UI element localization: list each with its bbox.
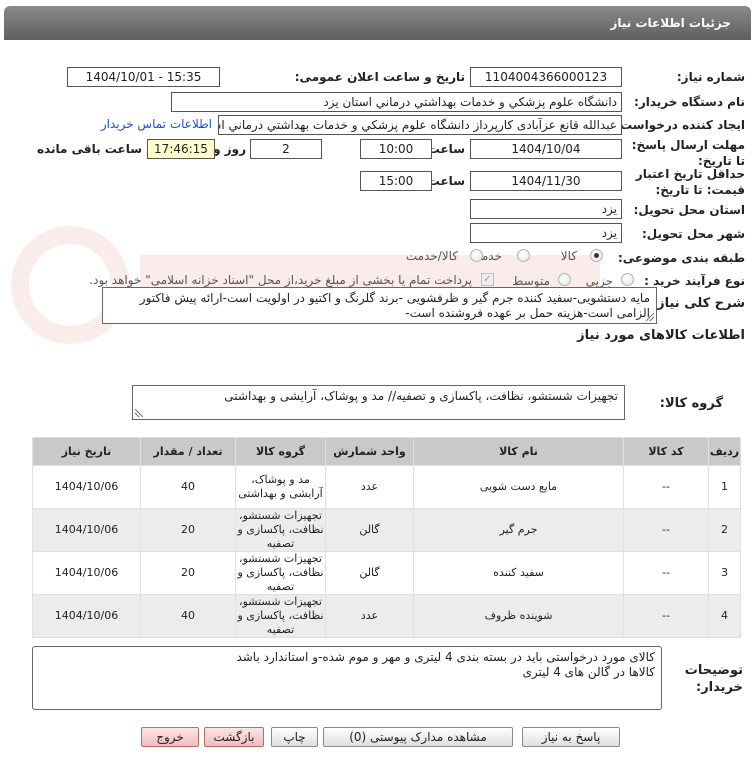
city-field: يزد — [470, 223, 622, 243]
validity-date-field: 1404/11/30 — [470, 171, 622, 191]
table-cell: 40 — [140, 594, 236, 638]
remaining-label: ساعت باقی مانده — [36, 142, 142, 156]
respond-button[interactable]: پاسخ به نیاز — [522, 727, 620, 747]
announce-label: تاریخ و ساعت اعلان عمومی: — [294, 70, 465, 84]
treasury-payment-checkbox[interactable]: ✓ — [481, 273, 494, 286]
window-titlebar: جزئیات اطلاعات نیاز — [4, 6, 751, 40]
process-option-medium: متوسط — [512, 274, 550, 288]
process-option-minor: جزیی — [585, 274, 613, 288]
column-header: گروه کالا — [235, 437, 326, 466]
days-field: 2 — [250, 139, 322, 159]
page-title: جزئیات اطلاعات نیاز — [610, 16, 731, 30]
table-cell: 4 — [708, 594, 741, 638]
table-cell: تجهیزات شستشو، نظافت، پاکسازی و تصفیه — [235, 551, 326, 595]
exit-button[interactable]: خروج — [141, 727, 199, 747]
table-header-row: ردیف کد کالا نام کالا واحد شمارش گروه کا… — [32, 437, 741, 466]
table-row: 4 -- شوینده ظروف عدد تجهیزات شستشو، نظاف… — [32, 594, 741, 638]
deadline-date-field: 1404/10/04 — [470, 139, 622, 159]
table-cell: 1404/10/06 — [32, 465, 141, 509]
table-row: 1 -- مایع دست شویی عدد مد و پوشاک، آرایش… — [32, 465, 741, 509]
announce-datetime-field: 1404/10/01 - 15:35 — [67, 67, 220, 87]
requester-label: ایجاد کننده درخواست: — [615, 118, 745, 132]
process-radio-minor[interactable] — [621, 273, 634, 286]
category-radio-goods[interactable] — [590, 249, 603, 262]
buyer-notes-label: توضیحات خریدار: — [684, 663, 743, 695]
remaining-time-field: 17:46:15 — [147, 139, 215, 159]
table-cell: تجهیزات شستشو، نظافت، پاکسازی و تصفیه — [235, 508, 326, 552]
print-button[interactable]: چاپ — [271, 727, 318, 747]
table-cell: -- — [623, 508, 709, 552]
category-option-goods-service: کالا/خدمت — [405, 249, 458, 263]
table-cell: جرم گیر — [413, 508, 624, 552]
view-attachments-button[interactable]: مشاهده مدارک پیوستی (0) — [323, 727, 513, 747]
deadline-time-label: ساعت — [427, 142, 465, 156]
treasury-payment-note: پرداخت تمام یا بخشی از مبلغ خرید،از محل … — [89, 273, 472, 287]
table-cell: 3 — [708, 551, 741, 595]
table-cell: -- — [623, 551, 709, 595]
goods-info-title: اطلاعات کالاهای مورد نیاز — [577, 328, 745, 343]
column-header: ردیف — [708, 437, 741, 466]
table-cell: -- — [623, 594, 709, 638]
table-cell: 1404/10/06 — [32, 551, 141, 595]
table-row: 3 -- سفید کننده گالن تجهیزات شستشو، نظاف… — [32, 551, 741, 595]
table-row: 2 -- جرم گیر گالن تجهیزات شستشو، نظافت، … — [32, 508, 741, 552]
description-text: مایه دستشویی-سفید کننده جرم گیر و ظرفشوی… — [139, 291, 650, 320]
table-cell: 40 — [140, 465, 236, 509]
resize-handle-icon[interactable] — [135, 409, 143, 417]
column-header: تعداد / مقدار — [140, 437, 236, 466]
table-cell: عدد — [325, 594, 414, 638]
process-radio-medium[interactable] — [558, 273, 571, 286]
table-cell: 1404/10/06 — [32, 594, 141, 638]
column-header: واحد شمارش — [325, 437, 414, 466]
table-cell: 1 — [708, 465, 741, 509]
goods-group-text: تجهیزات شستشو، نظافت، پاکسازی و تصفیه// … — [224, 389, 618, 403]
column-header: تاریخ نیاز — [32, 437, 141, 466]
table-cell: عدد — [325, 465, 414, 509]
table-cell: تجهیزات شستشو، نظافت، پاکسازی و تصفیه — [235, 594, 326, 638]
buyer-org-field: دانشگاه علوم پزشکي و خدمات بهداشتي درمان… — [171, 92, 622, 112]
column-header: نام کالا — [413, 437, 624, 466]
goods-group-label: گروه کالا: — [659, 396, 723, 411]
need-number-label: شماره نیاز: — [676, 70, 745, 84]
resize-handle-icon[interactable] — [646, 313, 654, 321]
back-button[interactable]: بازگشت — [204, 727, 264, 747]
days-label: روز و — [213, 142, 246, 156]
deadline-label: مهلت ارسال پاسخ: تا تاریخ: — [631, 138, 745, 168]
description-label: شرح کلی نیاز: — [651, 296, 745, 311]
table-cell: 20 — [140, 508, 236, 552]
buyer-notes-line: کالاها در گالن های 4 لیتری — [522, 665, 655, 679]
buyer-notes-box: کالای مورد درخواستی باید در بسته بندی 4 … — [32, 646, 662, 710]
goods-group-textarea: تجهیزات شستشو، نظافت، پاکسازی و تصفیه// … — [132, 385, 625, 420]
column-header: کد کالا — [623, 437, 709, 466]
category-radio-goods-service[interactable] — [470, 249, 483, 262]
table-cell: مایع دست شویی — [413, 465, 624, 509]
description-textarea: مایه دستشویی-سفید کننده جرم گیر و ظرفشوی… — [102, 287, 657, 324]
requester-field: عبدالله قانع عزآبادی کارپرداز دانشگاه عل… — [218, 115, 622, 135]
validity-time-label: ساعت — [427, 174, 465, 188]
table-cell: مد و پوشاک، آرایشی و بهداشتی — [235, 465, 326, 509]
table-cell: 1404/10/06 — [32, 508, 141, 552]
table-cell: 2 — [708, 508, 741, 552]
province-field: يزد — [470, 199, 622, 219]
deadline-time-field: 10:00 — [360, 139, 432, 159]
table-cell: گالن — [325, 551, 414, 595]
buyer-contact-link[interactable]: اطلاعات تماس خریدار — [101, 117, 212, 131]
need-number-field: 1104004366000123 — [470, 67, 622, 87]
table-cell: -- — [623, 465, 709, 509]
table-cell: گالن — [325, 508, 414, 552]
items-table: ردیف کد کالا نام کالا واحد شمارش گروه کا… — [32, 437, 741, 638]
buyer-org-label: نام دستگاه خریدار: — [634, 95, 745, 109]
category-label: طبقه بندی موضوعی: — [617, 251, 745, 265]
buyer-notes-line: کالای مورد درخواستی باید در بسته بندی 4 … — [236, 650, 655, 664]
validity-time-field: 15:00 — [360, 171, 432, 191]
validity-label: حداقل تاریخ اعتبار قیمت: تا تاریخ: — [635, 167, 745, 197]
city-label: شهر محل تحویل: — [641, 227, 745, 241]
process-type-label: نوع فرآیند خرید : — [644, 274, 745, 288]
category-option-goods: کالا — [560, 249, 577, 263]
category-radio-service[interactable] — [517, 249, 530, 262]
province-label: استان محل تحویل: — [633, 203, 745, 217]
table-cell: سفید کننده — [413, 551, 624, 595]
table-cell: شوینده ظروف — [413, 594, 624, 638]
table-cell: 20 — [140, 551, 236, 595]
